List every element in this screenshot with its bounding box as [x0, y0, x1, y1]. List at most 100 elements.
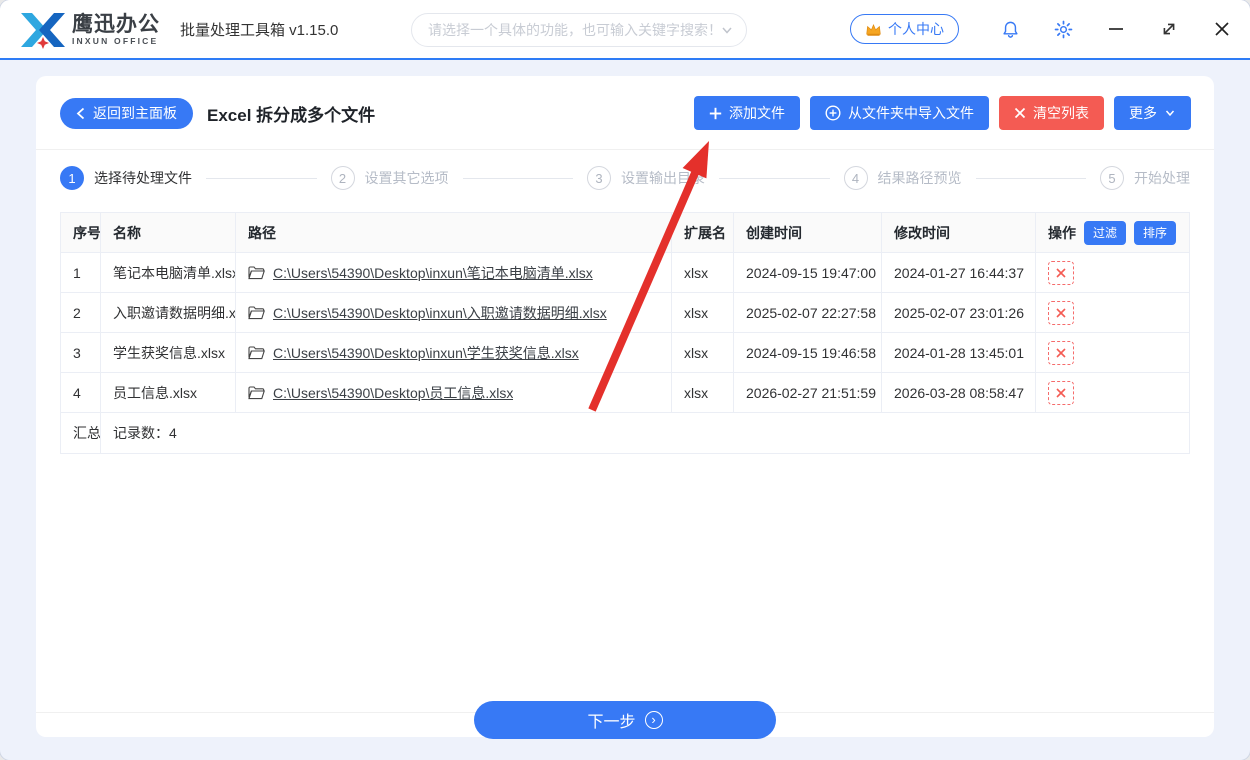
arrow-right-circle-icon: ›: [644, 711, 663, 729]
cell-actions: [1036, 373, 1189, 413]
more-label: 更多: [1129, 105, 1157, 121]
col-header-modified: 修改时间: [882, 213, 1036, 253]
close-button[interactable]: [1208, 15, 1236, 43]
chevron-down-icon: [722, 27, 732, 34]
x-icon: [1056, 347, 1066, 358]
more-button[interactable]: 更多: [1114, 96, 1191, 130]
actions-header-label: 操作: [1048, 224, 1076, 241]
step-1-select-files: 1 选择待处理文件: [60, 166, 192, 190]
delete-row-button[interactable]: [1048, 340, 1074, 365]
user-center-label: 个人中心: [888, 21, 944, 37]
user-center-button[interactable]: 个人中心: [850, 14, 959, 44]
cell-modified: 2025-02-07 23:01:26: [882, 293, 1036, 333]
clear-list-button[interactable]: 清空列表: [999, 96, 1104, 130]
minimize-button[interactable]: [1102, 15, 1130, 43]
table-row: 3 学生获奖信息.xlsx C:\Users\54390\Desktop\inx…: [61, 333, 1189, 373]
panel-footer: 下一步 ›: [36, 701, 1214, 739]
next-step-button[interactable]: 下一步 ›: [474, 701, 776, 739]
step-number: 3: [587, 166, 611, 190]
summary-record-count: 记录数：4: [113, 425, 177, 441]
main-panel: 返回到主面板 Excel 拆分成多个文件 添加文件 从文件夹中导入文件 清空列表…: [36, 76, 1214, 739]
file-table: 序号 名称 路径 扩展名 创建时间 修改时间 操作 过滤 排序 1 笔记本电脑清…: [60, 212, 1190, 454]
cell-actions: [1036, 293, 1189, 333]
cell-path: C:\Users\54390\Desktop\inxun\学生获奖信息.xlsx: [236, 333, 672, 373]
delete-row-button[interactable]: [1048, 300, 1074, 325]
cell-created: 2025-02-07 22:27:58: [734, 293, 882, 333]
step-indicator: 1 选择待处理文件 2 设置其它选项 3 设置输出目录 4 结果路径预览 5 开…: [36, 150, 1214, 208]
logo-text: 鹰迅办公 INXUN OFFICE: [72, 14, 160, 46]
clear-list-label: 清空列表: [1033, 105, 1089, 121]
circle-plus-icon: [825, 105, 841, 121]
table-row: 2 入职邀请数据明细.xlsx C:\Users\54390\Desktop\i…: [61, 293, 1189, 333]
col-header-ext: 扩展名: [672, 213, 734, 253]
cell-name: 笔记本电脑清单.xlsx: [101, 253, 236, 293]
cell-created: 2026-02-27 21:51:59: [734, 373, 882, 413]
file-path-link[interactable]: C:\Users\54390\Desktop\inxun\学生获奖信息.xlsx: [273, 343, 579, 363]
maximize-button[interactable]: [1155, 15, 1183, 43]
cell-ext: xlsx: [672, 373, 734, 413]
cell-index: 4: [61, 373, 101, 413]
step-label: 结果路径预览: [877, 170, 962, 186]
step-label: 选择待处理文件: [94, 170, 192, 186]
import-from-folder-button[interactable]: 从文件夹中导入文件: [810, 96, 989, 130]
minimize-icon: [1109, 28, 1123, 30]
table-row: 1 笔记本电脑清单.xlsx C:\Users\54390\Desktop\in…: [61, 253, 1189, 293]
cell-index: 3: [61, 333, 101, 373]
cell-ext: xlsx: [672, 293, 734, 333]
crown-icon: [866, 23, 881, 36]
bell-icon: [1002, 21, 1018, 38]
delete-row-button[interactable]: [1048, 260, 1074, 285]
app-title: 批量处理工具箱 v1.15.0: [180, 21, 339, 39]
add-file-button[interactable]: 添加文件: [694, 96, 800, 130]
cell-index: 1: [61, 253, 101, 293]
chevron-left-icon: [76, 107, 85, 119]
delete-row-button[interactable]: [1048, 380, 1074, 405]
step-3-output-dir: 3 设置输出目录: [587, 166, 705, 190]
close-icon: [1215, 22, 1229, 36]
step-number: 2: [330, 166, 355, 190]
page-title: Excel 拆分成多个文件: [207, 105, 376, 125]
filter-button[interactable]: 过滤: [1084, 220, 1127, 245]
app-subname: INXUN OFFICE: [72, 36, 159, 47]
app-window: 鹰迅办公 INXUN OFFICE 批量处理工具箱 v1.15.0 请选择一个具…: [0, 0, 1250, 760]
gear-icon: [1054, 20, 1072, 38]
cell-created: 2024-09-15 19:46:58: [734, 333, 882, 373]
cell-created: 2024-09-15 19:47:00: [734, 253, 882, 293]
col-header-path: 路径: [236, 213, 672, 253]
file-path-link[interactable]: C:\Users\54390\Desktop\inxun\笔记本电脑清单.xls…: [273, 263, 593, 283]
add-file-label: 添加文件: [729, 105, 785, 121]
back-button-label: 返回到主面板: [93, 105, 177, 121]
next-step-label: 下一步: [587, 714, 636, 731]
cell-actions: [1036, 253, 1189, 293]
app-name: 鹰迅办公: [72, 13, 160, 37]
step-5-start: 5 开始处理: [1100, 166, 1190, 190]
x-icon: [1056, 387, 1066, 398]
cell-index: 2: [61, 293, 101, 333]
toolbar-actions: 添加文件 从文件夹中导入文件 清空列表 更多: [694, 96, 1191, 130]
cell-path: C:\Users\54390\Desktop\inxun\入职邀请数据明细.xl…: [236, 293, 672, 333]
col-header-index: 序号: [61, 213, 101, 253]
folder-icon: [248, 265, 265, 279]
settings-button[interactable]: [1049, 15, 1077, 43]
notification-bell-button[interactable]: [996, 15, 1024, 43]
cell-name: 入职邀请数据明细.xlsx: [101, 293, 236, 333]
file-path-link[interactable]: C:\Users\54390\Desktop\inxun\入职邀请数据明细.xl…: [273, 303, 607, 323]
back-to-dashboard-button[interactable]: 返回到主面板: [60, 97, 193, 129]
sort-button[interactable]: 排序: [1134, 220, 1177, 245]
col-header-created: 创建时间: [734, 213, 882, 253]
table-row: 4 员工信息.xlsx C:\Users\54390\Desktop\员工信息.…: [61, 373, 1189, 413]
import-from-folder-label: 从文件夹中导入文件: [848, 105, 974, 121]
plus-icon: [709, 107, 722, 119]
summary-label: 汇总: [61, 413, 101, 453]
resize-diagonal-icon: [1163, 23, 1175, 35]
panel-header: 返回到主面板 Excel 拆分成多个文件 添加文件 从文件夹中导入文件 清空列表…: [36, 76, 1214, 150]
cell-modified: 2024-01-27 16:44:37: [882, 253, 1036, 293]
cell-path: C:\Users\54390\Desktop\inxun\笔记本电脑清单.xls…: [236, 253, 672, 293]
function-search-select[interactable]: 请选择一个具体的功能，也可输入关键字搜索！: [411, 13, 747, 47]
title-bar-controls: 个人中心: [850, 0, 1236, 58]
cell-name: 学生获奖信息.xlsx: [101, 333, 236, 373]
cell-actions: [1036, 333, 1189, 373]
file-path-link[interactable]: C:\Users\54390\Desktop\员工信息.xlsx: [273, 383, 513, 403]
step-number: 5: [1100, 166, 1124, 190]
step-label: 设置其它选项: [364, 170, 449, 186]
